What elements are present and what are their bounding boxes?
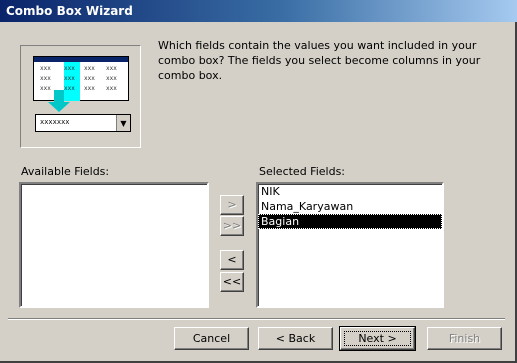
mini-combo-box: xxxxxxx ▼ (35, 114, 131, 132)
remove-all-fields-button[interactable]: << (220, 272, 244, 292)
focus-rect (344, 331, 411, 346)
next-button[interactable]: Next > (339, 326, 416, 351)
cell-text: xxx (40, 76, 51, 82)
cell-text: xxx (64, 76, 75, 82)
divider (8, 318, 505, 320)
cell-text: xxx (84, 66, 95, 72)
available-fields-list[interactable] (19, 182, 209, 308)
list-item[interactable]: Nama_Karyawan (258, 199, 442, 214)
add-all-fields-button[interactable]: >> (220, 216, 244, 236)
down-arrow-icon-head (48, 102, 70, 112)
add-field-button[interactable]: > (220, 195, 244, 215)
table-illustration: xxx xxx xxx xxx xxx xxx xxx xxx xxx xxx … (33, 56, 129, 101)
remove-field-button[interactable]: < (220, 250, 244, 270)
cell-text: xxx (106, 76, 117, 82)
cell-text: xxx (40, 66, 51, 72)
cell-text: xxx (84, 86, 95, 92)
cancel-button[interactable]: Cancel (174, 327, 249, 350)
finish-button[interactable]: Finish (427, 327, 502, 350)
table-illustration-header (34, 57, 128, 62)
list-item[interactable]: NIK (258, 184, 442, 199)
cell-text: xxx (106, 86, 117, 92)
cell-text: xxx (64, 66, 75, 72)
combo-box-illustration: xxx xxx xxx xxx xxx xxx xxx xxx xxx xxx … (20, 45, 141, 148)
mini-combo-text: xxxxxxx (40, 118, 70, 126)
cell-text: xxx (84, 76, 95, 82)
title-bar[interactable]: Combo Box Wizard (0, 0, 517, 22)
back-button[interactable]: < Back (258, 327, 333, 350)
selected-fields-label: Selected Fields: (259, 165, 346, 178)
selected-fields-list[interactable]: NIK Nama_Karyawan Bagian (256, 182, 444, 308)
available-fields-label: Available Fields: (21, 165, 110, 178)
combo-box-wizard-window: Combo Box Wizard xxx xxx xxx xxx xxx xxx… (0, 0, 517, 363)
list-item[interactable]: Bagian (258, 214, 442, 229)
instructions-text: Which fields contain the values you want… (158, 39, 481, 82)
cell-text: xxx (106, 66, 117, 72)
cell-text: xxx (64, 86, 75, 92)
chevron-down-icon: ▼ (116, 115, 130, 131)
